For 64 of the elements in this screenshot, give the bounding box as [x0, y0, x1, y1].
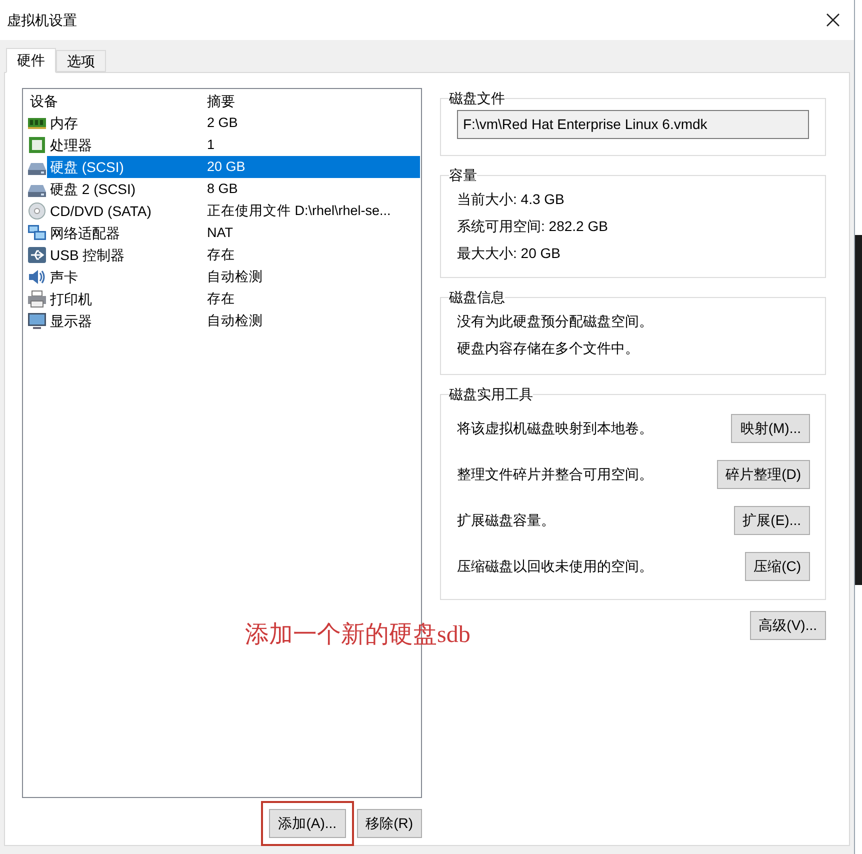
device-name: 打印机 — [49, 290, 93, 308]
device-summary: 8 GB — [206, 180, 238, 198]
device-summary: NAT — [206, 224, 233, 242]
device-row[interactable]: 显示器 自动检测 — [47, 310, 420, 332]
device-row[interactable]: 打印机 存在 — [47, 288, 420, 310]
monitor-icon — [27, 312, 47, 330]
capacity-text: 系统可用空间: 282.2 GB — [457, 217, 609, 236]
device-summary: 1 — [206, 136, 215, 154]
device-row[interactable]: CD/DVD (SATA) 正在使用文件 D:\rhel\rhel-se... — [47, 200, 420, 222]
utility-button[interactable]: 扩展(E)... — [734, 506, 810, 534]
device-summary: 存在 — [206, 290, 235, 308]
utility-description: 整理文件碎片并整合可用空间。 — [457, 464, 653, 484]
remove-button[interactable]: 移除(R) — [356, 809, 422, 838]
group-title: 磁盘信息 — [449, 288, 505, 307]
device-row[interactable]: 网络适配器 NAT — [47, 222, 420, 244]
close-icon[interactable] — [826, 13, 840, 27]
device-name: 内存 — [49, 114, 79, 132]
add-button[interactable]: 添加(A)... — [269, 809, 346, 838]
utility-description: 压缩磁盘以回收未使用的空间。 — [457, 556, 653, 576]
device-name: USB 控制器 — [49, 246, 126, 264]
device-row[interactable]: 硬盘 (SCSI) 20 GB — [47, 156, 420, 178]
device-row[interactable]: 硬盘 2 (SCSI) 8 GB — [47, 178, 420, 200]
capacity-text: 当前大小: 4.3 GB — [457, 190, 566, 209]
utility-button[interactable]: 压缩(C) — [744, 552, 810, 580]
device-name: 硬盘 2 (SCSI) — [49, 180, 137, 199]
device-summary: 2 GB — [206, 114, 238, 132]
device-name: 显示器 — [49, 312, 93, 330]
advanced-button[interactable]: 高级(V)... — [750, 611, 826, 640]
processor-icon — [27, 136, 47, 154]
disc-icon — [27, 202, 47, 220]
column-header[interactable]: 摘要 — [201, 90, 235, 112]
utility-description: 将该虚拟机磁盘映射到本地卷。 — [457, 418, 653, 438]
device-name: 硬盘 (SCSI) — [49, 158, 125, 177]
info-text: 硬盘内容存储在多个文件中。 — [457, 339, 640, 358]
device-row[interactable]: 内存 2 GB — [47, 112, 420, 134]
tab[interactable]: 选项 — [56, 50, 106, 72]
tab[interactable]: 硬件 — [6, 48, 56, 73]
disk-file-field[interactable]: F:\vm\Red Hat Enterprise Linux 6.vmdk — [457, 110, 809, 139]
window-title: 虚拟机设置 — [7, 10, 77, 30]
group-title: 磁盘实用工具 — [449, 385, 533, 404]
utility-button[interactable]: 映射(M)... — [731, 414, 810, 442]
device-summary: 自动检测 — [206, 268, 263, 286]
device-summary: 20 GB — [206, 158, 246, 176]
usb-icon — [27, 246, 47, 264]
utility-button[interactable]: 碎片整理(D) — [716, 460, 810, 488]
printer-icon — [27, 290, 47, 308]
capacity-text: 最大大小: 20 GB — [457, 244, 562, 263]
device-summary: 自动检测 — [206, 312, 263, 330]
device-row[interactable]: USB 控制器 存在 — [47, 244, 420, 266]
group-title: 磁盘文件 — [449, 89, 505, 108]
device-summary: 存在 — [206, 246, 235, 264]
network-computers-icon — [27, 224, 47, 242]
device-name: 网络适配器 — [49, 224, 121, 242]
speaker-icon — [27, 268, 47, 286]
utility-description: 扩展磁盘容量。 — [457, 510, 555, 530]
device-name: 声卡 — [49, 268, 79, 286]
column-header[interactable]: 设备 — [23, 90, 201, 112]
info-text: 没有为此硬盘预分配磁盘空间。 — [457, 312, 654, 331]
group-title: 容量 — [449, 166, 477, 185]
device-name: CD/DVD (SATA) — [49, 202, 152, 221]
device-name: 处理器 — [49, 136, 93, 154]
device-row[interactable]: 声卡 自动检测 — [47, 266, 420, 288]
device-row[interactable]: 处理器 1 — [47, 134, 420, 156]
device-summary: 正在使用文件 D:\rhel\rhel-se... — [206, 202, 391, 220]
